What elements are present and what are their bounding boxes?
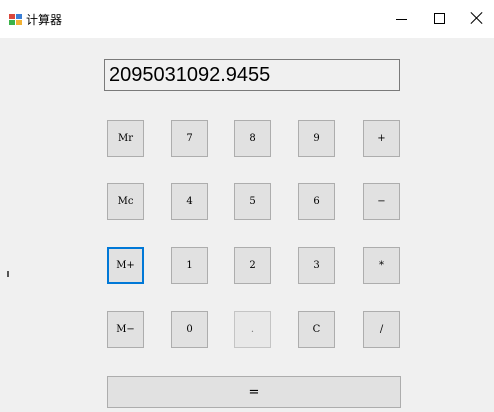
digit-5-button[interactable]: 5 xyxy=(234,183,271,220)
window-title: 计算器 xyxy=(26,13,63,27)
close-icon xyxy=(470,11,484,25)
digit-2-button[interactable]: 2 xyxy=(234,247,271,284)
add-button[interactable]: + xyxy=(363,120,400,157)
maximize-button[interactable] xyxy=(421,0,459,38)
memory-recall-button[interactable]: Mr xyxy=(107,120,144,157)
digit-1-button[interactable]: 1 xyxy=(171,247,208,284)
title-bar: 计算器 xyxy=(0,0,494,38)
memory-clear-button[interactable]: Mc xyxy=(107,183,144,220)
close-button[interactable] xyxy=(458,0,494,38)
digit-9-button[interactable]: 9 xyxy=(298,120,335,157)
minimize-button[interactable] xyxy=(383,0,421,38)
maximize-icon xyxy=(434,13,445,24)
digit-3-button[interactable]: 3 xyxy=(298,247,335,284)
memory-add-button[interactable]: M+ xyxy=(107,247,144,284)
digit-0-button[interactable]: 0 xyxy=(171,311,208,348)
decimal-point-button[interactable]: . xyxy=(234,311,271,348)
digit-4-button[interactable]: 4 xyxy=(171,183,208,220)
digit-6-button[interactable]: 6 xyxy=(298,183,335,220)
equals-button[interactable]: = xyxy=(107,376,401,408)
minimize-icon xyxy=(396,19,407,20)
calculator-app-icon xyxy=(9,14,23,26)
subtract-button[interactable]: − xyxy=(363,183,400,220)
digit-8-button[interactable]: 8 xyxy=(234,120,271,157)
digit-7-button[interactable]: 7 xyxy=(171,120,208,157)
result-display[interactable]: 2095031092.9455 xyxy=(104,59,400,91)
clear-button[interactable]: C xyxy=(298,311,335,348)
multiply-button[interactable]: * xyxy=(363,247,400,284)
divide-button[interactable]: / xyxy=(363,311,400,348)
window-edge-mark xyxy=(7,271,9,277)
memory-subtract-button[interactable]: M− xyxy=(107,311,144,348)
